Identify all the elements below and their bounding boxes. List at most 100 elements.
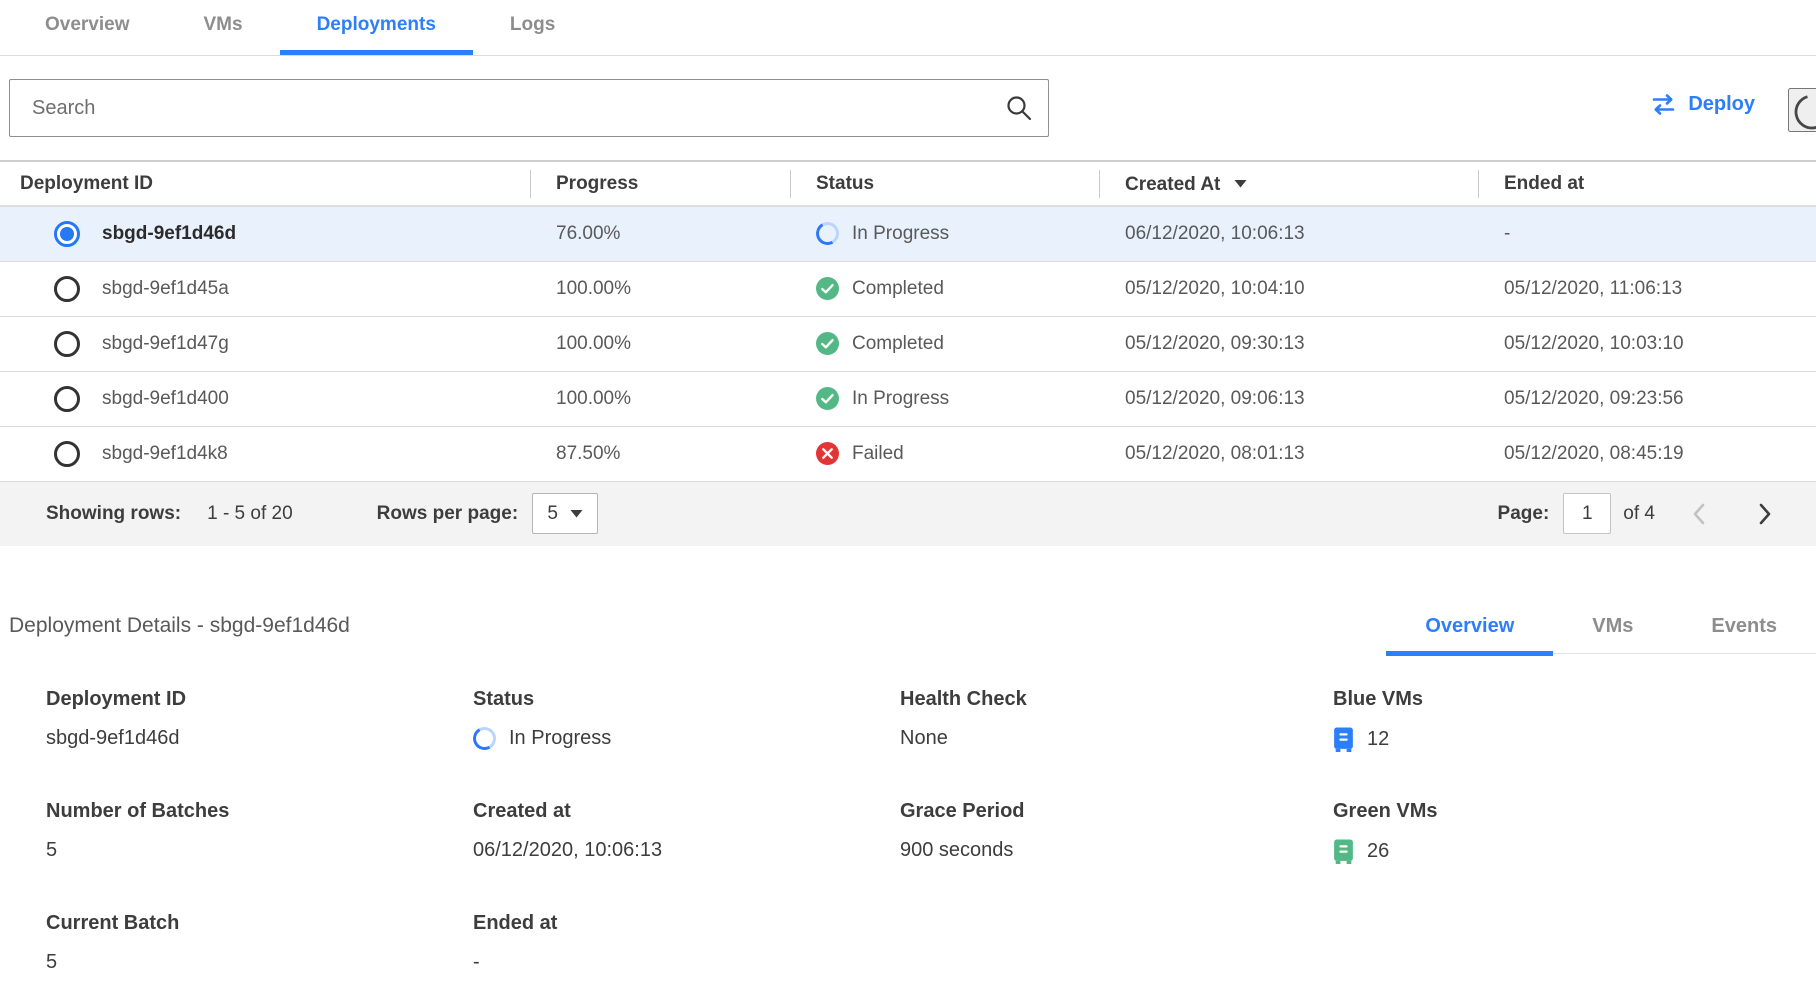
page-number-input[interactable]: [1563, 493, 1611, 534]
detail-field-value: 5: [46, 839, 473, 862]
detail-field-value-text: 5: [46, 839, 57, 862]
status-wrap: Completed: [816, 332, 1099, 355]
deployment-id-text: sbgd-9ef1d46d: [102, 223, 236, 245]
details-tab-overview[interactable]: Overview: [1386, 615, 1553, 656]
detail-field-value-text: In Progress: [509, 727, 611, 750]
page-total: of 4: [1623, 503, 1655, 525]
tab-overview[interactable]: Overview: [8, 0, 167, 55]
detail-field-label: Number of Batches: [46, 800, 473, 823]
detail-field-value-text: 12: [1367, 728, 1389, 751]
deployment-id-text: sbgd-9ef1d47g: [102, 333, 229, 355]
deployment-id-text: sbgd-9ef1d45a: [102, 278, 229, 300]
detail-field-ended-at: Ended at -: [473, 912, 900, 974]
table-row[interactable]: sbgd-9ef1d47g 100.00% Completed05/12/2020,…: [0, 316, 1816, 371]
detail-field-value: 06/12/2020, 10:06:13: [473, 839, 900, 862]
column-header-label: Ended at: [1504, 173, 1584, 194]
deploy-button-label: Deploy: [1688, 93, 1755, 116]
details-grid: Deployment IDsbgd-9ef1d46dStatusIn Progr…: [0, 688, 1816, 974]
status-cell-td: Completed: [790, 261, 1099, 316]
column-header-progress[interactable]: Progress: [530, 161, 790, 206]
chevron-right-icon: [1758, 502, 1773, 526]
table-row[interactable]: sbgd-9ef1d45a 100.00% Completed 05/12/2020,…: [0, 261, 1816, 316]
tab-vms[interactable]: VMs: [167, 0, 280, 55]
table-row[interactable]: sbgd-9ef1d4k887.50%Failed05/12/2020, 08:…: [0, 426, 1816, 481]
detail-field-green-vms: Green VMs 26: [1333, 800, 1816, 864]
showing-rows-value: 1 - 5 of 20: [207, 503, 293, 525]
deployment-id-wrap: sbgd-9ef1d47g: [26, 331, 530, 357]
deployment-id-cell: sbgd-9ef1d400: [0, 371, 530, 426]
blue-vm-icon: [1333, 727, 1354, 752]
column-header-status[interactable]: Status: [790, 161, 1099, 206]
detail-field-deployment-id: Deployment IDsbgd-9ef1d46d: [46, 688, 473, 752]
table-row[interactable]: sbgd-9ef1d400100.00%In Progress05/12/202…: [0, 371, 1816, 426]
toolbar: Deploy: [0, 56, 1816, 160]
showing-rows-label: Showing rows:: [46, 503, 181, 525]
column-header-deployment-id[interactable]: Deployment ID: [0, 161, 530, 206]
green-vm-icon: [1333, 839, 1354, 864]
detail-field-label: Green VMs: [1333, 800, 1816, 823]
deploy-button[interactable]: Deploy: [1650, 93, 1755, 116]
deployment-id-wrap: sbgd-9ef1d45a: [26, 276, 530, 302]
column-header-created-at[interactable]: Created At: [1099, 161, 1478, 206]
next-page-button[interactable]: [1758, 502, 1773, 526]
row-radio-button[interactable]: [54, 441, 80, 467]
deployments-table: Deployment ID Progress Status Created At End…: [0, 160, 1816, 482]
progress-cell: 100.00%: [530, 371, 790, 426]
progress-cell: 87.50%: [530, 426, 790, 481]
chevron-down-icon: [570, 509, 583, 518]
rows-per-page-select[interactable]: 5: [532, 493, 598, 534]
deployment-id-text: sbgd-9ef1d400: [102, 388, 229, 410]
detail-field-label: Ended at: [473, 912, 900, 935]
status-text: Completed: [852, 278, 944, 300]
status-wrap: Completed: [816, 277, 1099, 300]
details-tab-events[interactable]: Events: [1672, 615, 1816, 656]
tab-deployments[interactable]: Deployments: [280, 0, 473, 55]
detail-field-value: -: [473, 951, 900, 974]
search-box: [9, 79, 1049, 137]
created-at-cell: 05/12/2020, 09:30:13: [1099, 316, 1478, 371]
swap-arrows-icon: [1650, 93, 1677, 116]
row-radio-button[interactable]: [54, 386, 80, 412]
detail-field-blue-vms: Blue VMs 12: [1333, 688, 1816, 752]
column-header-label: Created At: [1125, 174, 1220, 195]
progress-cell: 100.00%: [530, 316, 790, 371]
status-text: In Progress: [852, 388, 949, 410]
deployment-id-cell: sbgd-9ef1d4k8: [0, 426, 530, 481]
status-text: Failed: [852, 443, 904, 465]
status-wrap: In Progress: [816, 222, 1099, 245]
search-input[interactable]: [9, 79, 1049, 137]
column-header-ended-at[interactable]: Ended at: [1478, 161, 1816, 206]
top-tab-bar: OverviewVMsDeploymentsLogs: [0, 0, 1816, 56]
detail-field-value: None: [900, 727, 1333, 750]
page-label: Page:: [1498, 503, 1550, 525]
detail-field-value-text: 900 seconds: [900, 839, 1013, 862]
table-header: Deployment ID Progress Status Created At End…: [0, 161, 1816, 206]
detail-field-label: Deployment ID: [46, 688, 473, 711]
completed-check-icon: [816, 387, 839, 410]
tab-logs[interactable]: Logs: [473, 0, 592, 55]
sort-desc-icon[interactable]: [1234, 172, 1247, 193]
row-radio-button[interactable]: [54, 276, 80, 302]
previous-page-button[interactable]: [1691, 502, 1706, 526]
created-at-cell: 06/12/2020, 10:06:13: [1099, 206, 1478, 261]
row-radio-button[interactable]: [54, 331, 80, 357]
status-wrap: In Progress: [816, 387, 1099, 410]
detail-field-label: Blue VMs: [1333, 688, 1816, 711]
table-row[interactable]: sbgd-9ef1d46d76.00%In Progress06/12/2020…: [0, 206, 1816, 261]
in-progress-spinner-icon: [470, 724, 498, 752]
row-radio-button[interactable]: [54, 221, 80, 247]
status-text: In Progress: [852, 223, 949, 245]
search-icon[interactable]: [1005, 94, 1033, 122]
column-header-label: Progress: [556, 173, 638, 194]
progress-cell: 100.00%: [530, 261, 790, 316]
detail-field-label: Created at: [473, 800, 900, 823]
details-tab-vms[interactable]: VMs: [1553, 615, 1672, 656]
detail-field-grace-period: Grace Period900 seconds: [900, 800, 1333, 864]
detail-field-value-text: 26: [1367, 840, 1389, 863]
refresh-button[interactable]: [1788, 88, 1816, 132]
created-at-cell: 05/12/2020, 10:04:10: [1099, 261, 1478, 316]
failed-x-icon: [816, 442, 839, 465]
table-footer: Showing rows: 1 - 5 of 20 Rows per page:…: [0, 482, 1816, 546]
deployment-id-cell: sbgd-9ef1d47g: [0, 316, 530, 371]
detail-field-value: 900 seconds: [900, 839, 1333, 862]
